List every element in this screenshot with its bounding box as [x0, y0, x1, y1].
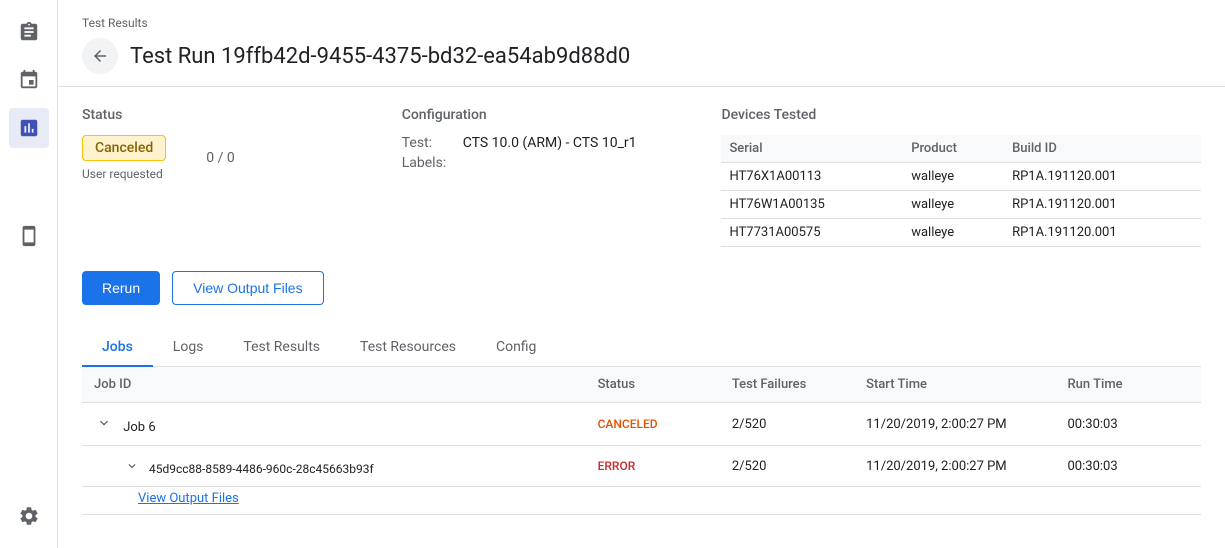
config-test-value: CTS 10.0 (ARM) - CTS 10_r1 — [463, 135, 637, 151]
jobs-col-start: Start Time — [854, 367, 1055, 403]
device-build-id: RP1A.191120.001 — [1004, 191, 1201, 219]
page-title: Test Run 19ffb42d-9455-4375-bd32-ea54ab9… — [130, 44, 630, 69]
devices-row: HT76W1A00135 walleye RP1A.191120.001 — [721, 191, 1201, 219]
tab-jobs[interactable]: Jobs — [82, 329, 153, 367]
devices-row: HT7731A00575 walleye RP1A.191120.001 — [721, 219, 1201, 247]
status-sub: User requested — [82, 167, 166, 181]
job-start-time: 11/20/2019, 2:00:27 PM — [854, 403, 1055, 446]
tabs: JobsLogsTest ResultsTest ResourcesConfig — [82, 329, 1201, 367]
header: Test Results Test Run 19ffb42d-9455-4375… — [58, 0, 1225, 87]
device-serial: HT76X1A00113 — [721, 163, 903, 191]
jobs-col-status: Status — [586, 367, 720, 403]
config-test-key: Test: — [402, 135, 457, 151]
sub-job-status: ERROR — [586, 446, 720, 487]
jobs-table: Job ID Status Test Failures Start Time R… — [82, 367, 1201, 515]
jobs-col-id: Job ID — [82, 367, 586, 403]
sidebar-icon-phone[interactable] — [9, 216, 49, 256]
job-id: Job 6 — [82, 403, 586, 446]
sidebar-icon-calendar[interactable] — [9, 60, 49, 100]
job-failures: 2/520 — [720, 403, 854, 446]
content-area: Status Canceled User requested 0 / 0 Con… — [58, 87, 1225, 548]
jobs-col-failures: Test Failures — [720, 367, 854, 403]
expand-icon[interactable] — [94, 413, 114, 433]
action-buttons: Rerun View Output Files — [82, 271, 1201, 305]
job-row: Job 6 CANCELED 2/520 11/20/2019, 2:00:27… — [82, 403, 1201, 446]
back-button[interactable] — [82, 38, 118, 74]
sub-job-failures: 2/520 — [720, 446, 854, 487]
view-output-link[interactable]: View Output Files — [82, 487, 1201, 514]
sidebar-icon-clipboard[interactable] — [9, 12, 49, 52]
sidebar-icon-settings[interactable] — [9, 496, 49, 536]
breadcrumb: Test Results — [82, 16, 1201, 30]
config-labels-key: Labels: — [402, 155, 457, 171]
tab-logs[interactable]: Logs — [153, 329, 224, 367]
view-output-row: View Output Files — [82, 487, 1201, 515]
view-output-button[interactable]: View Output Files — [172, 271, 323, 305]
devices-col-serial: Serial — [721, 135, 903, 163]
tab-test-results[interactable]: Test Results — [223, 329, 340, 367]
main-content: Test Results Test Run 19ffb42d-9455-4375… — [58, 0, 1225, 548]
devices-col-buildid: Build ID — [1004, 135, 1201, 163]
device-product: walleye — [903, 163, 1004, 191]
tab-test-resources[interactable]: Test Resources — [340, 329, 476, 367]
status-title: Status — [82, 107, 402, 123]
device-serial: HT7731A00575 — [721, 219, 903, 247]
device-serial: HT76W1A00135 — [721, 191, 903, 219]
sub-job-id: 45d9cc88-8589-4486-960c-28c45663b93f — [82, 446, 586, 487]
sidebar — [0, 0, 58, 548]
devices-title: Devices Tested — [721, 107, 1201, 123]
devices-table: Serial Product Build ID HT76X1A00113 wal… — [721, 135, 1201, 247]
job-run-time: 00:30:03 — [1056, 403, 1202, 446]
devices-col-product: Product — [903, 135, 1004, 163]
device-product: walleye — [903, 219, 1004, 247]
sub-expand-icon[interactable] — [122, 456, 142, 476]
devices-section: Devices Tested Serial Product Build ID H… — [721, 107, 1201, 247]
devices-row: HT76X1A00113 walleye RP1A.191120.001 — [721, 163, 1201, 191]
device-build-id: RP1A.191120.001 — [1004, 219, 1201, 247]
device-build-id: RP1A.191120.001 — [1004, 163, 1201, 191]
progress-text: 0 / 0 — [206, 150, 234, 166]
sidebar-icon-analytics[interactable] — [9, 108, 49, 148]
status-section: Status Canceled User requested 0 / 0 — [82, 107, 402, 247]
sub-job-row: 45d9cc88-8589-4486-960c-28c45663b93f ERR… — [82, 446, 1201, 487]
rerun-button[interactable]: Rerun — [82, 271, 160, 305]
sub-job-start-time: 11/20/2019, 2:00:27 PM — [854, 446, 1055, 487]
sub-job-run-time: 00:30:03 — [1056, 446, 1202, 487]
info-row: Status Canceled User requested 0 / 0 Con… — [82, 107, 1201, 247]
device-product: walleye — [903, 191, 1004, 219]
job-status: CANCELED — [586, 403, 720, 446]
config-title: Configuration — [402, 107, 722, 123]
status-badge: Canceled — [82, 135, 166, 161]
jobs-col-runtime: Run Time — [1056, 367, 1202, 403]
tab-config[interactable]: Config — [476, 329, 556, 367]
config-section: Configuration Test: CTS 10.0 (ARM) - CTS… — [402, 107, 722, 247]
